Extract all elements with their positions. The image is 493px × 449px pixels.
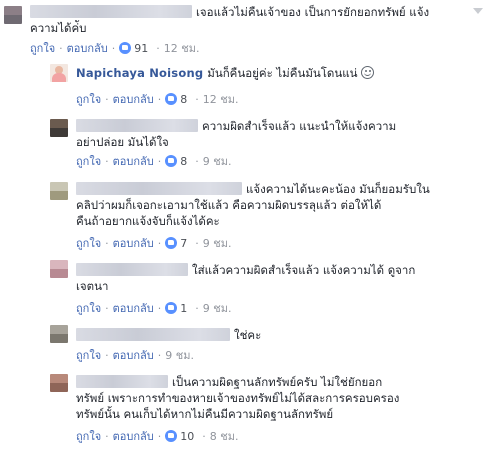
- comment-actions: ถูกใจ · ตอบกลับ · 8 · 9 ชม.: [76, 155, 232, 168]
- like-icon[interactable]: [165, 155, 178, 167]
- comment-body: เป็นความผิดฐานลักทรัพย์ครับ ไม่ใช่ยักยอก…: [76, 374, 488, 422]
- comment-body: แจ้งความได้นะคะน้อง มันก็ยอมรับใน คลิปว่…: [76, 181, 488, 229]
- blurred-author-name: [76, 263, 188, 276]
- comment-body: เจอแล้วไม่คืนเจ้าของ เป็นการยักยอกทรัพย์…: [30, 4, 480, 36]
- reply-link[interactable]: ตอบกลับ: [113, 93, 154, 106]
- blurred-author-name: [76, 375, 168, 388]
- comment-text-line: เจตนา: [76, 279, 109, 293]
- comment-text: มันก็คืนอยู่ค่ะ ไม่คืนมันโดนแน่: [207, 66, 358, 80]
- chevron-down-icon[interactable]: [473, 8, 483, 14]
- avatar[interactable]: [50, 119, 68, 137]
- reply-link[interactable]: ตอบกลับ: [113, 430, 154, 443]
- comment-text-line: คลิปว่าผมก็เจอกะเอามาใช้แล้ว คือความผิดบ…: [76, 198, 382, 212]
- comment-2: Napichaya Noisong มันก็คืนอยู่ค่ะ ไม่คืนม…: [0, 58, 493, 112]
- comment-actions: ถูกใจ · ตอบกลับ · 1 · 9 ชม.: [76, 302, 232, 315]
- comment-text-line: คืนถ้าอยากแจ้งจับก็แจ้งได้คะ: [76, 214, 220, 228]
- blurred-author-name: [76, 328, 230, 341]
- like-link[interactable]: ถูกใจ: [76, 237, 101, 250]
- comment-text-line: เจอแล้วไม่คืนเจ้าของ เป็นการยักยอกทรัพย์…: [196, 5, 430, 19]
- comment-actions: ถูกใจ · ตอบกลับ · 9 ชม.: [76, 349, 194, 362]
- like-link[interactable]: ถูกใจ: [76, 349, 101, 362]
- comment-4: แจ้งความได้นะคะน้อง มันก็ยอมรับใน คลิปว่…: [0, 172, 493, 252]
- avatar[interactable]: [50, 182, 68, 200]
- comment-actions: ถูกใจ · ตอบกลับ · 91 · 12 ชม.: [30, 42, 200, 55]
- author-name[interactable]: Napichaya Noisong: [76, 66, 203, 80]
- like-count[interactable]: 7: [180, 237, 187, 250]
- comment-text-line: อย่าปล่อย มันได้ใจ: [76, 135, 169, 149]
- timestamp[interactable]: 12 ชม.: [164, 42, 200, 55]
- timestamp[interactable]: 8 ชม.: [210, 430, 239, 443]
- timestamp[interactable]: 12 ชม.: [203, 93, 239, 106]
- comment-7: เป็นความผิดฐานลักทรัพย์ครับ ไม่ใช่ยักยอก…: [0, 364, 493, 449]
- like-icon[interactable]: [165, 430, 178, 442]
- avatar[interactable]: [50, 374, 68, 392]
- comment-body: Napichaya Noisong มันก็คืนอยู่ค่ะ ไม่คืนม…: [76, 65, 486, 81]
- comment-text-line: ใส่แล้วความผิดสำเร็จแล้ว แจ้งความได้ ดูจ…: [192, 263, 416, 277]
- comment-text-line: ใช่คะ: [234, 328, 262, 342]
- avatar[interactable]: [50, 325, 68, 343]
- avatar[interactable]: [50, 64, 68, 82]
- like-link[interactable]: ถูกใจ: [76, 93, 101, 106]
- comment-actions: ถูกใจ · ตอบกลับ · 8 · 12 ชม.: [76, 93, 239, 106]
- comment-text-line: ความผิดสำเร็จแล้ว แนะนำให้แจ้งความ: [202, 119, 397, 133]
- reply-link[interactable]: ตอบกลับ: [113, 349, 154, 362]
- timestamp[interactable]: 9 ชม.: [203, 155, 232, 168]
- like-link[interactable]: ถูกใจ: [30, 42, 55, 55]
- comment-1: เจอแล้วไม่คืนเจ้าของ เป็นการยักยอกทรัพย์…: [0, 0, 493, 58]
- reply-link[interactable]: ตอบกลับ: [113, 302, 154, 315]
- timestamp[interactable]: 9 ชม.: [203, 302, 232, 315]
- comment-text-line: แจ้งความได้นะคะน้อง มันก็ยอมรับใน: [246, 182, 430, 196]
- comment-5: ใส่แล้วความผิดสำเร็จแล้ว แจ้งความได้ ดูจ…: [0, 252, 493, 318]
- smiley-emoji-icon: [360, 66, 374, 79]
- avatar[interactable]: [4, 6, 22, 24]
- comment-actions: ถูกใจ · ตอบกลับ · 7 · 9 ชม.: [76, 237, 232, 250]
- like-icon[interactable]: [165, 93, 178, 105]
- comment-3: ความผิดสำเร็จแล้ว แนะนำให้แจ้งความ อย่าป…: [0, 112, 493, 172]
- reply-link[interactable]: ตอบกลับ: [67, 42, 108, 55]
- comment-body: ความผิดสำเร็จแล้ว แนะนำให้แจ้งความ อย่าป…: [76, 118, 486, 150]
- like-link[interactable]: ถูกใจ: [76, 302, 101, 315]
- blurred-author-name: [76, 119, 198, 132]
- comment-text-line: ทรัพย์นั้น คนเก็บได้หากไม่คืนมีความผิดฐา…: [76, 407, 334, 421]
- timestamp[interactable]: 9 ชม.: [203, 237, 232, 250]
- like-link[interactable]: ถูกใจ: [76, 155, 101, 168]
- comment-text-line: เป็นความผิดฐานลักทรัพย์ครับ ไม่ใช่ยักยอก: [172, 375, 383, 389]
- like-count[interactable]: 10: [180, 430, 194, 443]
- comment-body: ใส่แล้วความผิดสำเร็จแล้ว แจ้งความได้ ดูจ…: [76, 262, 486, 294]
- comment-text-line: ทรัพย์ เพราะการทำของหายเจ้าของทรัพย์ไม่ไ…: [76, 391, 400, 405]
- like-icon[interactable]: [165, 237, 178, 249]
- avatar[interactable]: [50, 260, 68, 278]
- blurred-author-name: [30, 5, 192, 18]
- like-link[interactable]: ถูกใจ: [76, 430, 101, 443]
- like-count[interactable]: 8: [180, 93, 187, 106]
- timestamp[interactable]: 9 ชม.: [165, 349, 194, 362]
- comment-body: ใช่คะ: [76, 327, 486, 343]
- reply-link[interactable]: ตอบกลับ: [113, 237, 154, 250]
- blurred-author-name: [76, 182, 242, 195]
- like-icon[interactable]: [165, 302, 178, 314]
- comment-text-line: ความได้ค่ับ: [30, 21, 87, 35]
- like-count[interactable]: 91: [134, 42, 148, 55]
- like-icon[interactable]: [119, 42, 132, 54]
- comment-6: ใช่คะ ถูกใจ · ตอบกลับ · 9 ชม.: [0, 318, 493, 364]
- like-count[interactable]: 1: [180, 302, 187, 315]
- comment-actions: ถูกใจ · ตอบกลับ · 10 · 8 ชม.: [76, 430, 239, 443]
- like-count[interactable]: 8: [180, 155, 187, 168]
- reply-link[interactable]: ตอบกลับ: [113, 155, 154, 168]
